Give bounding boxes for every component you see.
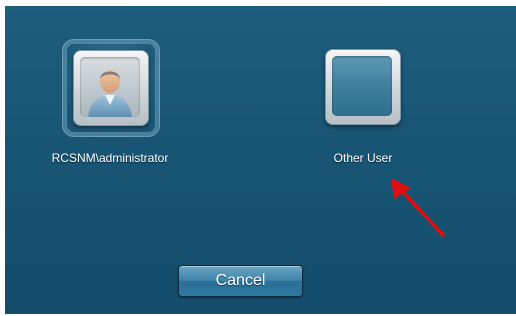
user-name-label: RCSNM\administrator: [51, 151, 169, 165]
login-screen: RCSNM\administrator Other User Cancel: [0, 0, 516, 316]
user-picture-frame: [325, 49, 401, 125]
user-avatar-icon: [80, 57, 140, 117]
user-name-label: Other User: [333, 151, 393, 165]
cancel-button[interactable]: Cancel: [178, 265, 303, 297]
user-tile-other-user[interactable]: [315, 39, 411, 135]
blank-user-icon: [332, 56, 392, 116]
user-picture-frame: [73, 50, 149, 126]
user-tile-administrator[interactable]: [62, 39, 160, 137]
